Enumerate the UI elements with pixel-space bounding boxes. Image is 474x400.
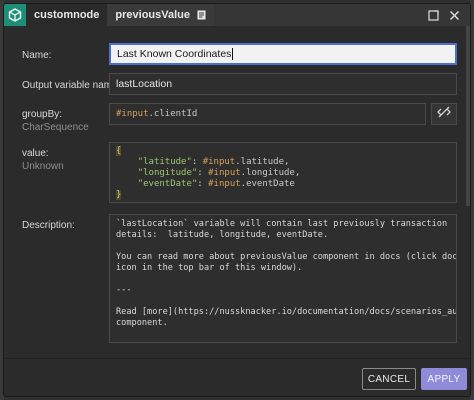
scrollbar[interactable]	[466, 26, 470, 206]
title-component-label: previousValue	[115, 9, 190, 21]
group-by-prop: .clientId	[148, 109, 198, 119]
group-by-type: CharSequence	[22, 122, 89, 133]
value-sep: :	[191, 157, 203, 167]
close-icon[interactable]	[449, 10, 460, 21]
value-sep: :	[197, 179, 209, 189]
switch-editor-icon	[437, 105, 451, 123]
group-by-ref: #input	[116, 109, 149, 119]
group-by-expression: #input.clientId	[116, 109, 197, 119]
value-key: "latitude"	[137, 157, 192, 167]
description-label: Description:	[22, 220, 75, 231]
title-node-type: customnode	[26, 4, 108, 26]
value-ref: #input	[208, 168, 241, 178]
name-input-value: Last Known Coordinates	[117, 48, 232, 60]
value-editor[interactable]: { "latitude": #input.latitude, "longitud…	[109, 142, 457, 203]
output-variable-label: Output variable name:	[22, 80, 121, 91]
title-node-type-label: customnode	[34, 9, 100, 21]
text-caret	[232, 48, 234, 60]
node-type-icon	[4, 4, 26, 26]
open-brace: {	[116, 146, 122, 156]
value-key: "eventDate"	[137, 179, 198, 189]
maximize-icon[interactable]	[428, 9, 439, 21]
value-ref: #input	[202, 157, 236, 167]
description-textarea[interactable]: `lastLocation` variable will contain las…	[109, 214, 457, 343]
value-prop: .eventDate	[240, 179, 295, 189]
value-ref: #input	[208, 179, 241, 189]
name-input[interactable]: Last Known Coordinates	[109, 43, 457, 65]
value-type: Unknown	[22, 161, 64, 172]
close-brace: }	[116, 190, 122, 200]
output-variable-input[interactable]: lastLocation	[109, 73, 457, 95]
form-body: Name: Last Known Coordinates Output vari…	[4, 26, 470, 360]
value-label: value:	[22, 148, 49, 159]
value-sep: :	[197, 168, 209, 178]
value-key: "longitude"	[137, 168, 198, 178]
window-actions	[428, 9, 470, 21]
name-label: Name:	[22, 50, 52, 61]
apply-button[interactable]: APPLY	[421, 368, 467, 390]
docs-icon[interactable]	[197, 10, 206, 20]
switch-editor-button[interactable]	[431, 103, 457, 125]
cancel-button[interactable]: CANCEL	[362, 368, 416, 390]
value-prop: .longitude,	[240, 168, 301, 178]
value-expression: { "latitude": #input.latitude, "longitud…	[116, 146, 450, 201]
group-by-label: groupBy:	[22, 109, 63, 120]
value-prop: .latitude,	[235, 157, 290, 167]
output-variable-value: lastLocation	[116, 78, 173, 90]
node-details-window: customnode previousValue Name: Last Know…	[3, 3, 471, 397]
window-footer: CANCEL APPLY	[4, 358, 470, 396]
window-titlebar[interactable]: customnode previousValue	[4, 4, 470, 26]
group-by-editor[interactable]: #input.clientId	[109, 103, 426, 125]
title-component: previousValue	[107, 4, 214, 26]
